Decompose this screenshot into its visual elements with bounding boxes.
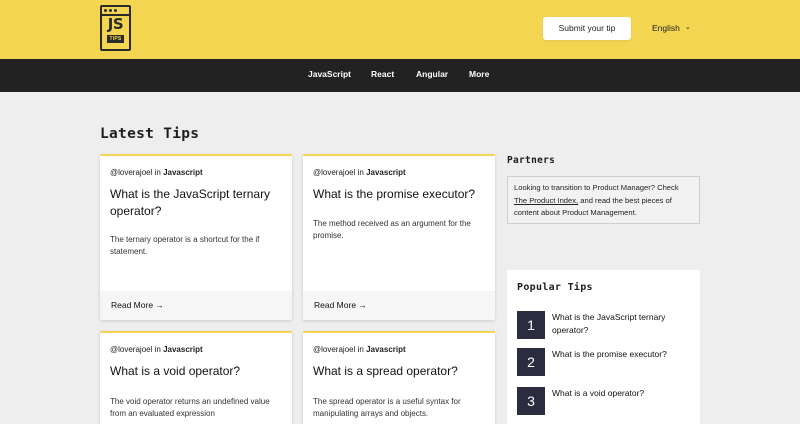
read-more-link[interactable]: Read More → bbox=[314, 300, 367, 310]
card-author[interactable]: @loverajoel bbox=[313, 168, 355, 177]
popular-tip-number: 2 bbox=[517, 348, 545, 376]
logo-js-text: JS bbox=[107, 15, 124, 33]
card-title[interactable]: What is the promise executor? bbox=[313, 186, 489, 203]
top-header: JS TIPS Submit your tip English ⌄ bbox=[0, 0, 800, 59]
card-title[interactable]: What is a void operator? bbox=[110, 363, 286, 380]
popular-tip-title[interactable]: What is a void operator? bbox=[552, 387, 697, 400]
card-meta: @loverajoel in Javascript bbox=[110, 168, 203, 177]
card-category[interactable]: Javascript bbox=[163, 345, 203, 354]
partners-box: Looking to transition to Product Manager… bbox=[507, 176, 700, 224]
tip-card: @loverajoel in Javascript What is a void… bbox=[100, 331, 292, 424]
card-category[interactable]: Javascript bbox=[163, 168, 203, 177]
card-description: The spread operator is a useful syntax f… bbox=[313, 397, 461, 418]
popular-tip-title[interactable]: What is the promise executor? bbox=[552, 348, 697, 361]
card-in: in bbox=[357, 168, 364, 177]
page-title: Latest Tips bbox=[100, 126, 200, 142]
card-description: The ternary operator is a shortcut for t… bbox=[110, 235, 260, 256]
card-in: in bbox=[154, 168, 161, 177]
nav-item-more[interactable]: More bbox=[469, 59, 489, 92]
card-meta: @loverajoel in Javascript bbox=[313, 168, 406, 177]
card-title[interactable]: What is a spread operator? bbox=[313, 363, 489, 380]
tip-card: @loverajoel in Javascript What is the pr… bbox=[303, 154, 495, 320]
js-tips-logo[interactable]: JS TIPS bbox=[100, 5, 131, 51]
card-category[interactable]: Javascript bbox=[366, 345, 406, 354]
card-category[interactable]: Javascript bbox=[366, 168, 406, 177]
chevron-down-icon: ⌄ bbox=[684, 24, 691, 31]
card-footer: Read More → bbox=[100, 291, 292, 320]
popular-tip-number: 1 bbox=[517, 311, 545, 339]
card-in: in bbox=[357, 345, 364, 354]
popular-tips-panel: Popular Tips 1 What is the JavaScript te… bbox=[507, 270, 700, 424]
card-footer: Read More → bbox=[303, 291, 495, 320]
nav-item-react[interactable]: React bbox=[371, 59, 394, 92]
nav-item-angular[interactable]: Angular bbox=[416, 59, 448, 92]
card-author[interactable]: @loverajoel bbox=[313, 345, 355, 354]
card-meta: @loverajoel in Javascript bbox=[313, 345, 406, 354]
card-meta: @loverajoel in Javascript bbox=[110, 345, 203, 354]
logo-tips-tag: TIPS bbox=[107, 35, 124, 43]
partners-heading: Partners bbox=[507, 155, 556, 166]
card-author[interactable]: @loverajoel bbox=[110, 345, 152, 354]
card-title[interactable]: What is the JavaScript ternary operator? bbox=[110, 186, 286, 220]
card-description: The method received as an argument for t… bbox=[313, 219, 471, 240]
main-nav: JavaScript React Angular More bbox=[0, 59, 800, 92]
card-author[interactable]: @loverajoel bbox=[110, 168, 152, 177]
card-description: The void operator returns an undefined v… bbox=[110, 397, 270, 418]
language-label: English bbox=[652, 23, 680, 33]
popular-tip-title[interactable]: What is the JavaScript ternary operator? bbox=[552, 311, 697, 337]
tip-card: @loverajoel in Javascript What is a spre… bbox=[303, 331, 495, 424]
language-selector[interactable]: English ⌄ bbox=[652, 23, 691, 33]
tip-card: @loverajoel in Javascript What is the Ja… bbox=[100, 154, 292, 320]
popular-tip-number: 3 bbox=[517, 387, 545, 415]
logo-window-dots bbox=[104, 9, 117, 12]
submit-tip-button[interactable]: Submit your tip bbox=[543, 17, 631, 40]
partners-text: Looking to transition to Product Manager… bbox=[514, 183, 679, 192]
popular-tips-heading: Popular Tips bbox=[517, 282, 593, 293]
product-index-link[interactable]: The Product Index, bbox=[514, 196, 578, 205]
read-more-link[interactable]: Read More → bbox=[111, 300, 164, 310]
nav-item-javascript[interactable]: JavaScript bbox=[308, 59, 351, 92]
card-in: in bbox=[154, 345, 161, 354]
